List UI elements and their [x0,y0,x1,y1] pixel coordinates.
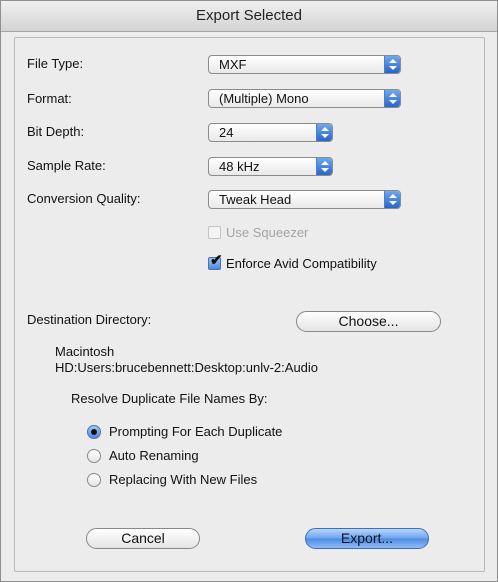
radio-replacing[interactable] [87,473,101,487]
popup-arrows-icon [316,124,332,141]
conversion-quality-value: Tweak Head [219,192,292,207]
format-popup[interactable]: (Multiple) Mono [208,89,401,108]
file-type-value: MXF [219,57,247,72]
popup-arrows-icon [384,56,400,73]
radio-auto-renaming[interactable] [87,449,101,463]
destination-directory-label: Destination Directory: [27,312,152,327]
sample-rate-value: 48 kHz [219,159,260,174]
sample-rate-popup[interactable]: 48 kHz [208,157,333,176]
use-squeezer-label: Use Squeezer [226,225,309,240]
radio-dot-icon [91,429,97,435]
enforce-avid-label: Enforce Avid Compatibility [226,256,377,271]
radio-replacing-label: Replacing With New Files [109,472,258,487]
dialog-title: Export Selected [1,1,497,32]
conversion-quality-popup[interactable]: Tweak Head [208,190,401,209]
radio-prompting[interactable] [87,425,101,439]
use-squeezer-checkbox[interactable] [208,226,221,239]
bit-depth-value: 24 [219,125,234,140]
destination-path-line2: HD:Users:brucebennett:Desktop:unlv-2:Aud… [55,360,319,375]
popup-arrows-icon [384,90,400,107]
file-type-label: File Type: [27,56,84,71]
enforce-avid-checkbox[interactable]: ✔ [208,253,223,270]
radio-prompting-label: Prompting For Each Duplicate [109,424,283,439]
bit-depth-label: Bit Depth: [27,124,85,139]
choose-button[interactable]: Choose... [296,311,441,332]
export-selected-dialog: Export Selected File Type: MXF Format: (… [0,0,498,582]
checkmark-icon: ✔ [210,252,223,269]
format-label: Format: [27,91,72,106]
resolve-duplicates-label: Resolve Duplicate File Names By: [71,391,268,406]
sample-rate-label: Sample Rate: [27,158,106,173]
conversion-quality-label: Conversion Quality: [27,191,141,206]
cancel-button[interactable]: Cancel [86,528,200,549]
popup-arrows-icon [384,191,400,208]
dialog-content: File Type: MXF Format: (Multiple) Mono B… [14,37,485,572]
radio-auto-renaming-label: Auto Renaming [109,448,199,463]
destination-path-line1: Macintosh [55,344,115,359]
bit-depth-popup[interactable]: 24 [208,123,333,142]
file-type-popup[interactable]: MXF [208,55,401,74]
export-button[interactable]: Export... [305,528,429,549]
format-value: (Multiple) Mono [219,91,309,106]
popup-arrows-icon [316,158,332,175]
